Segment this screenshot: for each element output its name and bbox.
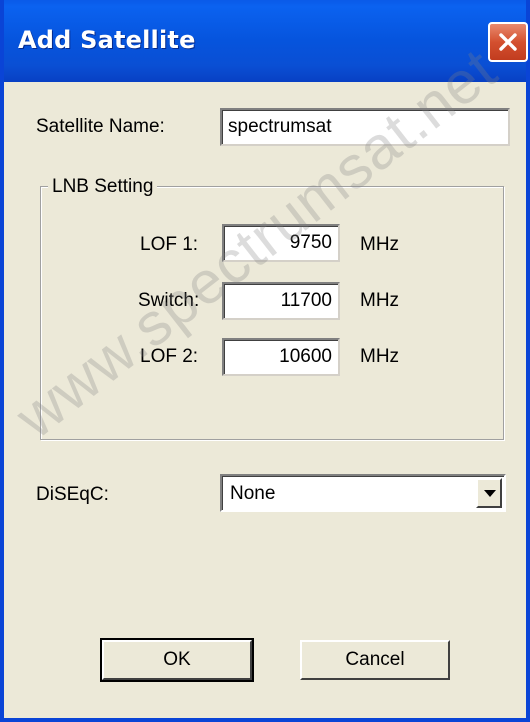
close-button[interactable] (488, 22, 528, 62)
lof2-unit: MHz (360, 346, 400, 367)
dropdown-arrow-icon (484, 490, 496, 497)
ok-button[interactable]: OK (100, 638, 254, 682)
diseqc-select[interactable]: None (220, 474, 506, 512)
close-icon (499, 33, 517, 51)
lof1-unit: MHz (360, 234, 400, 255)
switch-unit: MHz (360, 290, 400, 311)
satellite-name-label: Satellite Name: (36, 116, 165, 137)
satellite-name-input[interactable] (220, 108, 510, 146)
add-satellite-dialog: Add Satellite Satellite Name: LNB Settin… (0, 0, 530, 722)
lof2-input[interactable] (222, 338, 340, 376)
lnb-setting-label: LNB Setting (48, 176, 158, 198)
switch-label: Switch: (138, 290, 200, 311)
dialog-title: Add Satellite (18, 26, 196, 54)
lof1-label: LOF 1: (140, 234, 199, 255)
switch-input[interactable] (222, 282, 340, 320)
diseqc-label: DiSEqC: (36, 484, 109, 505)
lof2-label: LOF 2: (140, 346, 199, 367)
diseqc-selected-value: None (230, 483, 276, 504)
title-bar[interactable]: Add Satellite (4, 0, 528, 82)
cancel-button[interactable]: Cancel (300, 640, 450, 680)
lof1-input[interactable] (222, 224, 340, 262)
diseqc-dropdown-button[interactable] (476, 478, 502, 508)
